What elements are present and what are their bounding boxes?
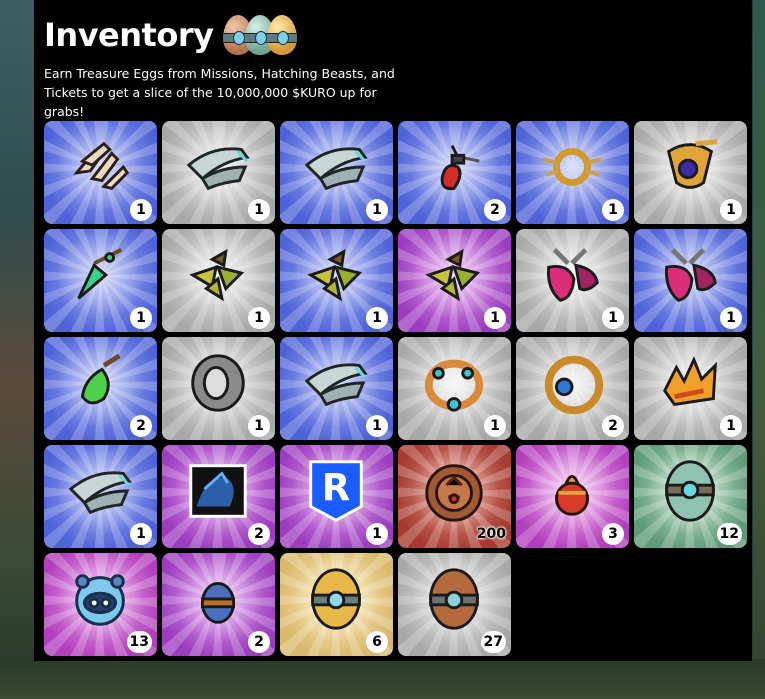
- jade-egg-icon: [665, 460, 715, 522]
- item-count-badge: 1: [720, 307, 742, 329]
- item-count-badge: 6: [366, 631, 388, 653]
- inventory-item-jewel-collar[interactable]: 1: [398, 337, 511, 440]
- item-count-badge: 1: [602, 199, 624, 221]
- item-count-badge: 1: [720, 199, 742, 221]
- inventory-item-silver-helm[interactable]: 1: [280, 121, 393, 224]
- item-count-badge: 2: [602, 415, 624, 437]
- silver-helm-icon: [304, 147, 368, 191]
- inventory-item-silver-helm-b[interactable]: 1: [280, 337, 393, 440]
- item-count-badge: 1: [602, 307, 624, 329]
- item-count-badge: 1: [130, 307, 152, 329]
- item-count-badge: 1: [366, 415, 388, 437]
- inventory-item-ronin-token[interactable]: R1: [280, 445, 393, 548]
- item-count-badge: 1: [720, 415, 742, 437]
- inventory-item-leaf-charm[interactable]: 1: [280, 229, 393, 332]
- item-count-badge: 1: [248, 199, 270, 221]
- svg-text:R: R: [322, 467, 350, 510]
- sapphire-crown-icon: [666, 139, 718, 189]
- gold-egg-icon: [311, 568, 361, 630]
- leaf-charm-icon: [307, 248, 363, 302]
- page-title: Inventory: [44, 16, 214, 54]
- inventory-grid: 1 1 1 2 1 1 1 1 1 1 1 1 2 1 1 1 2 1 1 2 R 1 200 3 12 13 2 6 27: [44, 121, 747, 656]
- jewel-collar-icon: [424, 359, 484, 412]
- item-count-badge: 1: [248, 415, 270, 437]
- inventory-item-gold-ring[interactable]: 2: [516, 337, 629, 440]
- ice-beast-icon: [75, 574, 125, 626]
- item-count-badge: 200: [476, 526, 506, 542]
- inventory-header: Inventory Earn Treasure Eggs from Missio…: [44, 10, 744, 121]
- item-count-badge: 13: [126, 631, 152, 653]
- inventory-item-ruby-pendant[interactable]: 2: [398, 121, 511, 224]
- inventory-item-pink-wings[interactable]: 1: [634, 229, 747, 332]
- gold-amulet-icon: [542, 148, 602, 186]
- inventory-item-sapphire-crown[interactable]: 1: [634, 121, 747, 224]
- silver-helm-icon: [304, 363, 368, 407]
- green-pendant-icon: [80, 353, 121, 405]
- background-ground: [0, 659, 765, 699]
- inventory-item-bronze-coin[interactable]: 200: [398, 445, 511, 548]
- inventory-item-silver-helm[interactable]: 1: [162, 121, 275, 224]
- item-count-badge: 1: [248, 307, 270, 329]
- bronze-egg-icon: [429, 568, 479, 630]
- item-count-badge: 1: [130, 523, 152, 545]
- inventory-description: Earn Treasure Eggs from Missions, Hatchi…: [44, 66, 395, 119]
- leaf-charm-icon: [189, 248, 245, 302]
- silver-helm-icon: [186, 147, 250, 191]
- inventory-panel: Inventory Earn Treasure Eggs from Missio…: [34, 0, 752, 661]
- bronze-coin-icon: [425, 464, 483, 522]
- item-count-badge: 2: [248, 631, 270, 653]
- item-count-badge: 12: [716, 523, 742, 545]
- item-count-badge: 3: [602, 523, 624, 545]
- ronin-logo-icon: R: [309, 460, 363, 522]
- inventory-item-gold-ring-amulet[interactable]: 1: [516, 121, 629, 224]
- inventory-item-leaf-charm[interactable]: 1: [162, 229, 275, 332]
- item-count-badge: 1: [366, 199, 388, 221]
- inventory-item-emerald-necklace[interactable]: 1: [44, 229, 157, 332]
- item-count-badge: 2: [484, 199, 506, 221]
- treasure-eggs-icon: [223, 13, 303, 57]
- pink-wings-icon: [546, 248, 599, 302]
- inventory-item-stone-ring[interactable]: 1: [162, 337, 275, 440]
- claw-icon: [73, 141, 130, 191]
- item-count-badge: 1: [366, 307, 388, 329]
- ruby-egg-icon: [554, 475, 590, 516]
- inventory-item-fire-crown[interactable]: 1: [634, 337, 747, 440]
- item-count-badge: 27: [480, 631, 506, 653]
- ruby-pendant-icon: [440, 144, 480, 191]
- item-count-badge: 1: [366, 523, 388, 545]
- inventory-item-leaf-charm[interactable]: 1: [398, 229, 511, 332]
- item-count-badge: 2: [130, 415, 152, 437]
- fire-crown-icon: [663, 355, 717, 406]
- stone-ring-icon: [191, 354, 245, 412]
- item-count-badge: 1: [484, 307, 506, 329]
- shadow-card-icon: [189, 464, 247, 518]
- silver-helm-icon: [68, 471, 132, 515]
- inventory-item-green-pendant[interactable]: 2: [44, 337, 157, 440]
- inventory-item-jade-egg[interactable]: 12: [634, 445, 747, 548]
- gold-ring-icon: [544, 355, 604, 415]
- emerald-necklace-icon: [77, 247, 123, 300]
- background-rock: [0, 0, 34, 699]
- item-count-badge: 1: [484, 415, 506, 437]
- background-foliage: [753, 0, 765, 699]
- item-count-badge: 1: [130, 199, 152, 221]
- blue-egg-icon: [200, 581, 236, 624]
- inventory-item-ruby-egg[interactable]: 3: [516, 445, 629, 548]
- item-count-badge: 2: [248, 523, 270, 545]
- leaf-charm-icon: [425, 248, 481, 302]
- inventory-item-gold-egg[interactable]: 6: [280, 553, 393, 656]
- inventory-item-ice-beast[interactable]: 13: [44, 553, 157, 656]
- inventory-item-shadow-beast-card[interactable]: 2: [162, 445, 275, 548]
- inventory-item-blue-egg[interactable]: 2: [162, 553, 275, 656]
- inventory-item-bronze-egg[interactable]: 27: [398, 553, 511, 656]
- inventory-item-pink-wings[interactable]: 1: [516, 229, 629, 332]
- inventory-item-silver-helm-c[interactable]: 1: [44, 445, 157, 548]
- inventory-item-claw-gauntlet[interactable]: 1: [44, 121, 157, 224]
- pink-wings-icon: [664, 248, 717, 302]
